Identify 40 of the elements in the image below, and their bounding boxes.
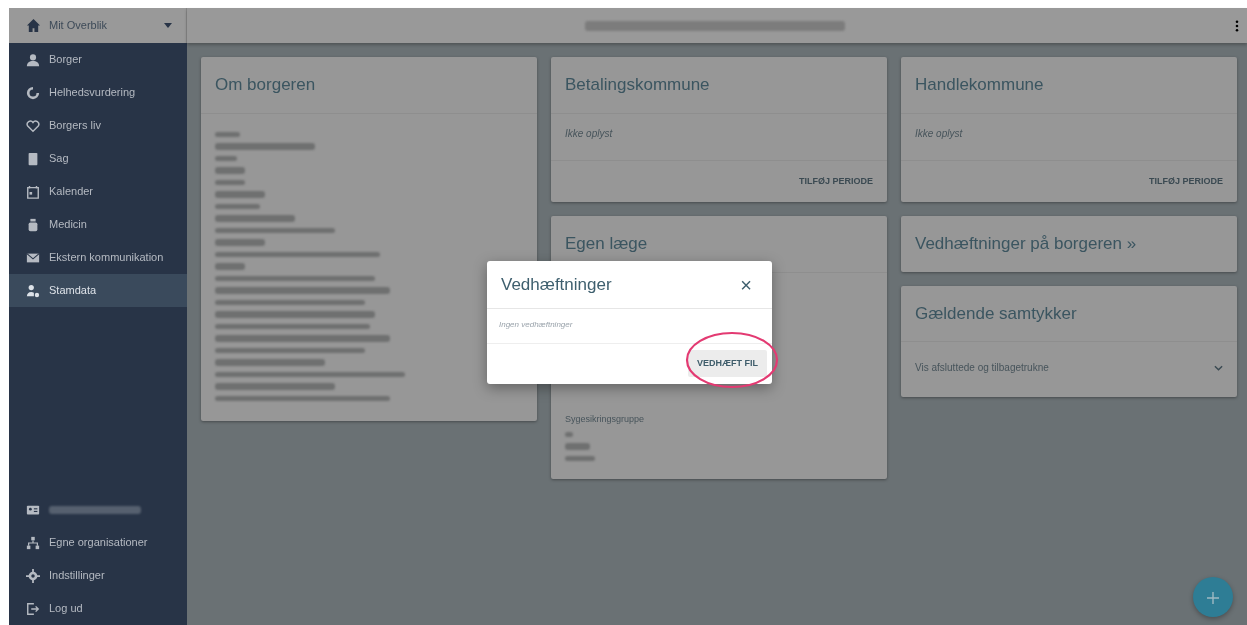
dialog-title: Vedhæftninger [501, 274, 612, 296]
sidebar-item[interactable]: Borger [9, 43, 187, 76]
logout-icon [26, 601, 40, 616]
more-icon[interactable] [1235, 19, 1239, 32]
add-button[interactable] [1193, 577, 1233, 617]
field-label: Sygesikringsgruppe [565, 412, 646, 426]
sidebar-item[interactable]: Sag [9, 142, 187, 175]
close-button[interactable]: × [734, 274, 758, 295]
calendar-icon [26, 184, 40, 199]
menu-dropdown[interactable]: Mit Overblik [9, 8, 187, 43]
card-title: Handlekommune [901, 57, 1237, 114]
empty-message: Ingen vedhæftninger [499, 319, 573, 329]
heart-icon [26, 118, 40, 133]
card-title: Betalingskommune [551, 57, 887, 114]
person-icon [26, 283, 40, 298]
sidebar-item[interactable]: Egne organisationer [9, 526, 187, 559]
plus-icon [1207, 592, 1219, 605]
attach-file-button[interactable]: VEDHÆFT FIL [688, 349, 767, 377]
person-icon [26, 52, 40, 67]
sidebar-item[interactable]: Ekstern kommunikation [9, 241, 187, 274]
card-title: Om borgeren [201, 57, 537, 114]
hierarchy-icon [26, 535, 40, 550]
home-icon [26, 18, 41, 33]
sidebar-item[interactable]: Kalender [9, 175, 187, 208]
bottle-icon [26, 217, 40, 232]
status-text: Ikke oplyst [565, 127, 613, 139]
envelope-icon [26, 250, 40, 265]
caret-icon [164, 23, 172, 28]
sidebar-item[interactable]: Helhedsvurdering [9, 76, 187, 109]
sidebar-item[interactable]: Stamdata [9, 274, 187, 307]
settings-icon [26, 568, 40, 583]
sidebar-item[interactable]: Indstillinger [9, 559, 187, 592]
sidebar-item[interactable]: Medicin [9, 208, 187, 241]
chevron-icon [1214, 364, 1223, 371]
status-text: Ikke oplyst [915, 127, 963, 139]
book-icon [26, 151, 40, 166]
sidebar-item[interactable]: Borgers liv [9, 109, 187, 142]
sidebar-item[interactable]: Log ud [9, 592, 187, 625]
cycle-icon [26, 85, 40, 100]
card-title: Gældende samtykker [901, 285, 1237, 342]
